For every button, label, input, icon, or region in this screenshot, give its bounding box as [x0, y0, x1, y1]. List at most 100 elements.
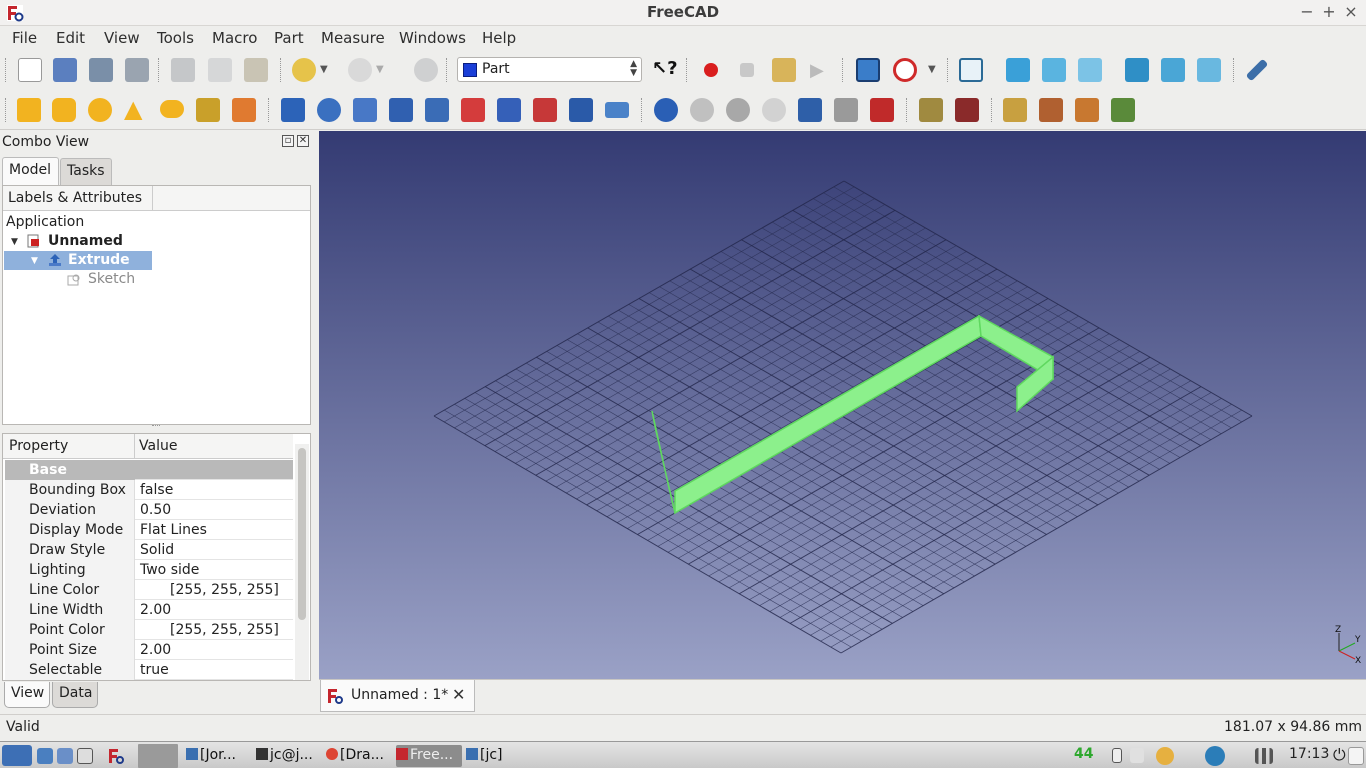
whats-this-icon[interactable]: ↖?	[652, 58, 678, 82]
compound-tools-icon[interactable]	[870, 98, 894, 122]
draw-style-icon[interactable]	[893, 58, 917, 82]
tree-header[interactable]: Labels & Attributes	[3, 186, 153, 211]
battery-icon[interactable]	[1112, 748, 1122, 763]
property-row[interactable]: Selectable true	[5, 660, 293, 680]
run-macro-icon[interactable]: ▶	[810, 60, 828, 81]
boolean-icon[interactable]	[654, 98, 678, 122]
redo-dropdown-icon[interactable]: ▼	[376, 64, 388, 76]
property-value[interactable]: false	[136, 480, 293, 500]
tree-item-extrude[interactable]: ▼ Extrude	[4, 251, 152, 270]
property-row[interactable]: Point Size 2.00	[5, 640, 293, 660]
top-view-icon[interactable]	[1042, 58, 1066, 82]
isometric-view-icon[interactable]	[959, 58, 983, 82]
menu-view[interactable]: View	[104, 29, 140, 47]
print-icon[interactable]	[125, 58, 149, 82]
close-panel-icon[interactable]: ✕	[297, 135, 309, 147]
close-tab-icon[interactable]: ✕	[452, 685, 465, 704]
measure-refresh-icon[interactable]	[1075, 98, 1099, 122]
property-row[interactable]: Line Color [255, 255, 255]	[5, 580, 293, 600]
tree-item-sketch[interactable]: Sketch	[88, 270, 135, 289]
record-macro-icon[interactable]	[704, 63, 718, 77]
offset-icon[interactable]	[605, 102, 629, 118]
3d-scene[interactable]: Z Y X	[319, 131, 1366, 679]
toolbar-grip[interactable]	[5, 58, 7, 82]
task-item[interactable]: [jc]	[466, 745, 526, 767]
maximize-button[interactable]: +	[1319, 2, 1339, 22]
torus-icon[interactable]	[160, 100, 184, 118]
box-icon[interactable]	[17, 98, 41, 122]
property-row[interactable]: Lighting Two side	[5, 560, 293, 580]
property-column-header[interactable]: Property	[9, 438, 68, 454]
refresh-icon[interactable]	[414, 58, 438, 82]
property-value[interactable]: Solid	[136, 540, 293, 560]
defeaturing-icon[interactable]	[955, 98, 979, 122]
edit-macro-icon[interactable]	[772, 58, 796, 82]
property-value-color[interactable]: [255, 255, 255]	[136, 620, 293, 640]
property-value[interactable]: 2.00	[136, 600, 293, 620]
menu-macro[interactable]: Macro	[212, 29, 257, 47]
menu-edit[interactable]: Edit	[56, 29, 85, 47]
undo-dropdown-icon[interactable]: ▼	[320, 64, 332, 76]
chamfer-icon[interactable]	[425, 98, 449, 122]
revolve-icon[interactable]	[317, 98, 341, 122]
property-row[interactable]: Line Width 2.00	[5, 600, 293, 620]
primitives-icon[interactable]	[196, 98, 220, 122]
volume-level[interactable]: 44	[1074, 746, 1093, 762]
property-group-base[interactable]: Base	[5, 460, 293, 480]
weather-icon[interactable]	[1156, 747, 1174, 765]
ruled-surface-icon[interactable]	[497, 98, 521, 122]
toolbar-grip[interactable]	[5, 98, 7, 122]
copy-icon[interactable]	[208, 58, 232, 82]
property-value[interactable]: true	[136, 660, 293, 680]
left-view-icon[interactable]	[1197, 58, 1221, 82]
document-tab[interactable]: Unnamed : 1* ✕	[320, 680, 475, 712]
fillet-icon[interactable]	[389, 98, 413, 122]
value-column-header[interactable]: Value	[139, 438, 177, 454]
expand-arrow-icon[interactable]: ▼	[11, 237, 18, 247]
draw-style-dropdown-icon[interactable]: ▼	[928, 64, 940, 76]
menu-part[interactable]: Part	[274, 29, 304, 47]
property-row[interactable]: Bounding Box false	[5, 480, 293, 500]
close-window-button[interactable]: ×	[1341, 2, 1361, 22]
rear-view-icon[interactable]	[1125, 58, 1149, 82]
fuse-icon[interactable]	[726, 98, 750, 122]
make-face-icon[interactable]	[461, 98, 485, 122]
mirror-icon[interactable]	[353, 98, 377, 122]
launcher-desktop-icon[interactable]	[37, 748, 53, 764]
power-icon[interactable]: ⏻	[1333, 745, 1346, 765]
expand-arrow-icon[interactable]: ▼	[31, 252, 38, 271]
measure-ruler-icon[interactable]	[1245, 58, 1269, 82]
property-row[interactable]: Point Color [255, 255, 255]	[5, 620, 293, 640]
clock[interactable]: 17:13	[1289, 746, 1329, 762]
task-item[interactable]: [Jor...	[186, 745, 252, 767]
fit-all-icon[interactable]	[856, 58, 880, 82]
minimize-button[interactable]: −	[1297, 2, 1317, 22]
tab-tasks[interactable]: Tasks	[60, 158, 112, 185]
sweep-icon[interactable]	[569, 98, 593, 122]
property-value[interactable]: Flat Lines	[136, 520, 293, 540]
sphere-icon[interactable]	[88, 98, 112, 122]
menu-measure[interactable]: Measure	[321, 29, 385, 47]
launcher-window-icon[interactable]	[77, 748, 93, 764]
property-value[interactable]: 2.00	[136, 640, 293, 660]
show-desktop-icon[interactable]	[1348, 747, 1364, 765]
paste-icon[interactable]	[244, 58, 268, 82]
undo-icon[interactable]	[292, 58, 316, 82]
menu-file[interactable]: File	[12, 29, 37, 47]
task-item-freecad[interactable]: Free...	[396, 745, 462, 767]
loft-icon[interactable]	[533, 98, 557, 122]
cylinder-icon[interactable]	[52, 98, 76, 122]
section-icon[interactable]	[798, 98, 822, 122]
shape-builder-icon[interactable]	[232, 98, 256, 122]
property-value[interactable]: Two side	[136, 560, 293, 580]
cut-icon[interactable]	[171, 58, 195, 82]
cross-sections-icon[interactable]	[834, 98, 858, 122]
swirl-app-icon[interactable]	[1205, 746, 1225, 766]
tab-model[interactable]: Model	[2, 157, 59, 185]
workspace-switcher[interactable]	[138, 744, 178, 768]
launcher-freecad-icon[interactable]	[108, 748, 126, 764]
front-view-icon[interactable]	[1006, 58, 1030, 82]
check-geometry-icon[interactable]	[919, 98, 943, 122]
measure-angular-icon[interactable]	[1039, 98, 1063, 122]
menu-windows[interactable]: Windows	[399, 29, 466, 47]
